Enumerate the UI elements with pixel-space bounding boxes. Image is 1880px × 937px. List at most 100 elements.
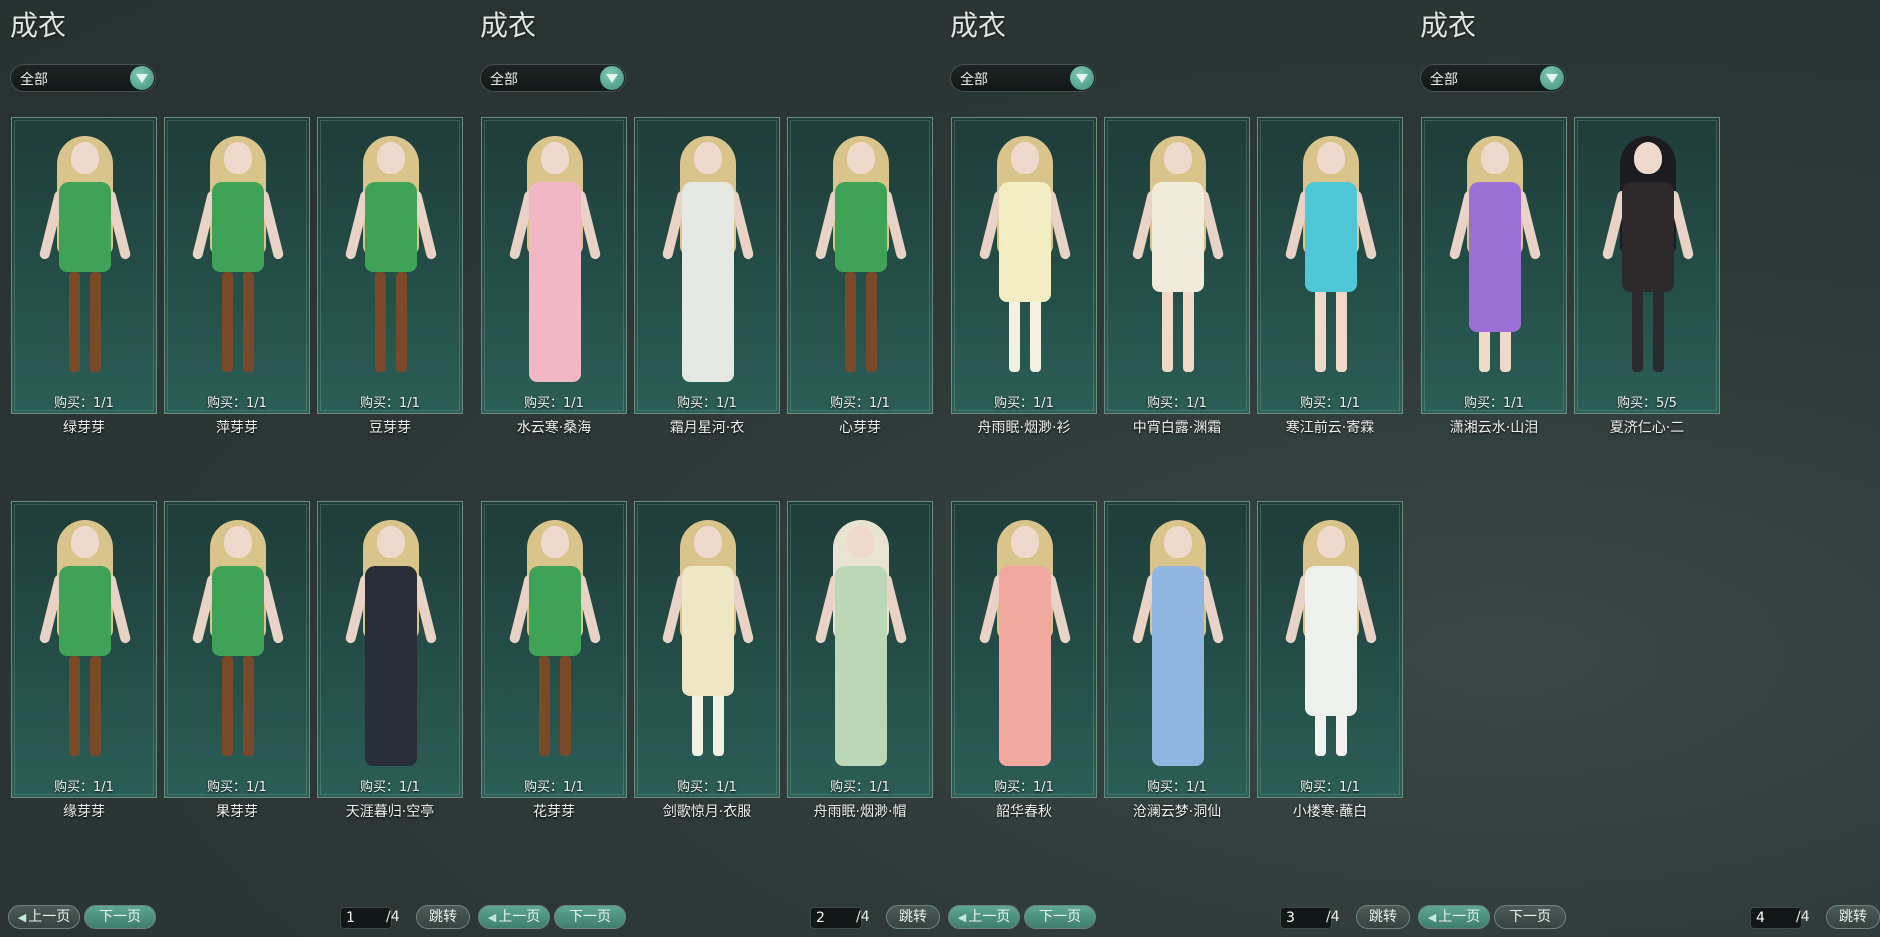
prev-page-button[interactable]: ◀ 上一页 xyxy=(1418,905,1490,929)
next-page-button[interactable]: 下一页 xyxy=(84,905,156,929)
purchase-count: 购买：1/1 xyxy=(830,780,890,795)
outfit-name: 中宵白露·渊霜 xyxy=(1132,420,1222,436)
character-preview xyxy=(661,132,755,387)
chevron-left-icon: ◀ xyxy=(17,911,27,924)
prev-page-button[interactable]: ◀ 上一页 xyxy=(948,905,1020,929)
character-preview xyxy=(38,516,132,771)
character-preview xyxy=(1131,132,1225,387)
outfit-name: 韶华春秋 xyxy=(996,804,1052,820)
page-total: /4 xyxy=(1796,909,1810,925)
filter-label: 全部 xyxy=(490,72,518,88)
chevron-left-icon: ◀ xyxy=(487,911,497,924)
filter-label: 全部 xyxy=(1430,72,1458,88)
outfit-card[interactable]: 购买：1/1 xyxy=(11,501,157,798)
outfit-name: 心芽芽 xyxy=(839,420,881,436)
purchase-count: 购买：1/1 xyxy=(1300,396,1360,411)
outfit-card[interactable]: 购买：1/1 xyxy=(1257,501,1403,798)
next-page-button[interactable]: 下一页 xyxy=(1024,905,1096,929)
page-number-input[interactable] xyxy=(1280,907,1332,929)
character-preview xyxy=(978,516,1072,771)
outfit-card[interactable]: 购买：1/1 xyxy=(787,501,933,798)
outfit-card[interactable]: 购买：1/1 xyxy=(164,117,310,414)
outfit-name: 舟雨眠·烟渺·帽 xyxy=(813,804,907,820)
outfit-card[interactable]: 购买：1/1 xyxy=(164,501,310,798)
purchase-count: 购买：1/1 xyxy=(1464,396,1524,411)
purchase-count: 购买：1/1 xyxy=(1147,396,1207,411)
purchase-count: 购买：1/1 xyxy=(54,396,114,411)
purchase-count: 购买：1/1 xyxy=(207,780,267,795)
wardrobe-panel-3: 成衣 全部 购买：1/1 舟雨眠·烟渺·衫 购买：1/1 中宵白露·渊霜 购买：… xyxy=(940,0,1410,937)
outfit-card[interactable]: 购买：1/1 xyxy=(1421,117,1567,414)
page-number-input[interactable] xyxy=(1750,907,1802,929)
outfit-name: 绿芽芽 xyxy=(63,420,105,436)
purchase-count: 购买：1/1 xyxy=(677,780,737,795)
purchase-count: 购买：1/1 xyxy=(360,780,420,795)
jump-button[interactable]: 跳转 xyxy=(886,905,940,929)
character-preview xyxy=(1448,132,1542,387)
panel-title: 成衣 xyxy=(1420,9,1477,42)
category-filter-dropdown[interactable]: 全部 xyxy=(10,64,156,92)
outfit-card[interactable]: 购买：1/1 xyxy=(1104,501,1250,798)
category-filter-dropdown[interactable]: 全部 xyxy=(1420,64,1566,92)
outfit-card[interactable]: 购买：1/1 xyxy=(1257,117,1403,414)
next-page-button[interactable]: 下一页 xyxy=(1494,905,1566,929)
outfit-card[interactable]: 购买：1/1 xyxy=(11,117,157,414)
outfit-name: 花芽芽 xyxy=(533,804,575,820)
character-preview xyxy=(191,132,285,387)
outfit-name: 潇湘云水·山泪 xyxy=(1449,420,1539,436)
character-preview xyxy=(38,132,132,387)
outfit-card[interactable]: 购买：1/1 xyxy=(1104,117,1250,414)
jump-button[interactable]: 跳转 xyxy=(416,905,470,929)
character-preview xyxy=(508,516,602,771)
wardrobe-panel-4: 成衣 全部 购买：1/1 潇湘云水·山泪 购买：5/5 夏济仁心·二 ◀ 上一页 … xyxy=(1410,0,1880,937)
category-filter-dropdown[interactable]: 全部 xyxy=(480,64,626,92)
page-number-field[interactable] xyxy=(1280,907,1332,929)
outfit-name: 豆芽芽 xyxy=(369,420,411,436)
purchase-count: 购买：1/1 xyxy=(994,396,1054,411)
page-number-input[interactable] xyxy=(810,907,862,929)
outfit-card[interactable]: 购买：1/1 xyxy=(951,117,1097,414)
character-preview xyxy=(978,132,1072,387)
character-preview xyxy=(1601,132,1695,387)
outfit-name: 剑歌惊月·衣服 xyxy=(662,804,752,820)
purchase-count: 购买：1/1 xyxy=(677,396,737,411)
panel-title: 成衣 xyxy=(480,9,537,42)
page-total: /4 xyxy=(856,909,870,925)
outfit-card[interactable]: 购买：1/1 xyxy=(951,501,1097,798)
page-total: /4 xyxy=(1326,909,1340,925)
outfit-card[interactable]: 购买：1/1 xyxy=(481,117,627,414)
outfit-name: 水云寒·桑海 xyxy=(516,420,592,436)
next-page-button[interactable]: 下一页 xyxy=(554,905,626,929)
outfit-card[interactable]: 购买：1/1 xyxy=(481,501,627,798)
purchase-count: 购买：1/1 xyxy=(54,780,114,795)
outfit-card[interactable]: 购买：1/1 xyxy=(317,501,463,798)
page-total: /4 xyxy=(386,909,400,925)
jump-button[interactable]: 跳转 xyxy=(1356,905,1410,929)
panel-title: 成衣 xyxy=(950,9,1007,42)
outfit-card[interactable]: 购买：1/1 xyxy=(317,117,463,414)
page-number-field[interactable] xyxy=(1750,907,1802,929)
outfit-name: 果芽芽 xyxy=(216,804,258,820)
outfit-card[interactable]: 购买：1/1 xyxy=(787,117,933,414)
prev-page-button[interactable]: ◀ 上一页 xyxy=(478,905,550,929)
purchase-count: 购买：1/1 xyxy=(994,780,1054,795)
outfit-card[interactable]: 购买：1/1 xyxy=(634,117,780,414)
jump-button[interactable]: 跳转 xyxy=(1826,905,1880,929)
outfit-name: 天涯暮归·空亭 xyxy=(345,804,435,820)
chevron-down-icon[interactable] xyxy=(1070,66,1094,90)
page-number-input[interactable] xyxy=(340,907,392,929)
chevron-down-icon[interactable] xyxy=(600,66,624,90)
category-filter-dropdown[interactable]: 全部 xyxy=(950,64,1096,92)
page-number-field[interactable] xyxy=(810,907,862,929)
page-number-field[interactable] xyxy=(340,907,392,929)
filter-label: 全部 xyxy=(960,72,988,88)
filter-label: 全部 xyxy=(20,72,48,88)
purchase-count: 购买：1/1 xyxy=(524,396,584,411)
prev-page-button[interactable]: ◀ 上一页 xyxy=(8,905,80,929)
chevron-down-icon[interactable] xyxy=(130,66,154,90)
outfit-card[interactable]: 购买：5/5 xyxy=(1574,117,1720,414)
character-preview xyxy=(1284,516,1378,771)
outfit-name: 霜月星河·衣 xyxy=(669,420,745,436)
chevron-down-icon[interactable] xyxy=(1540,66,1564,90)
outfit-card[interactable]: 购买：1/1 xyxy=(634,501,780,798)
